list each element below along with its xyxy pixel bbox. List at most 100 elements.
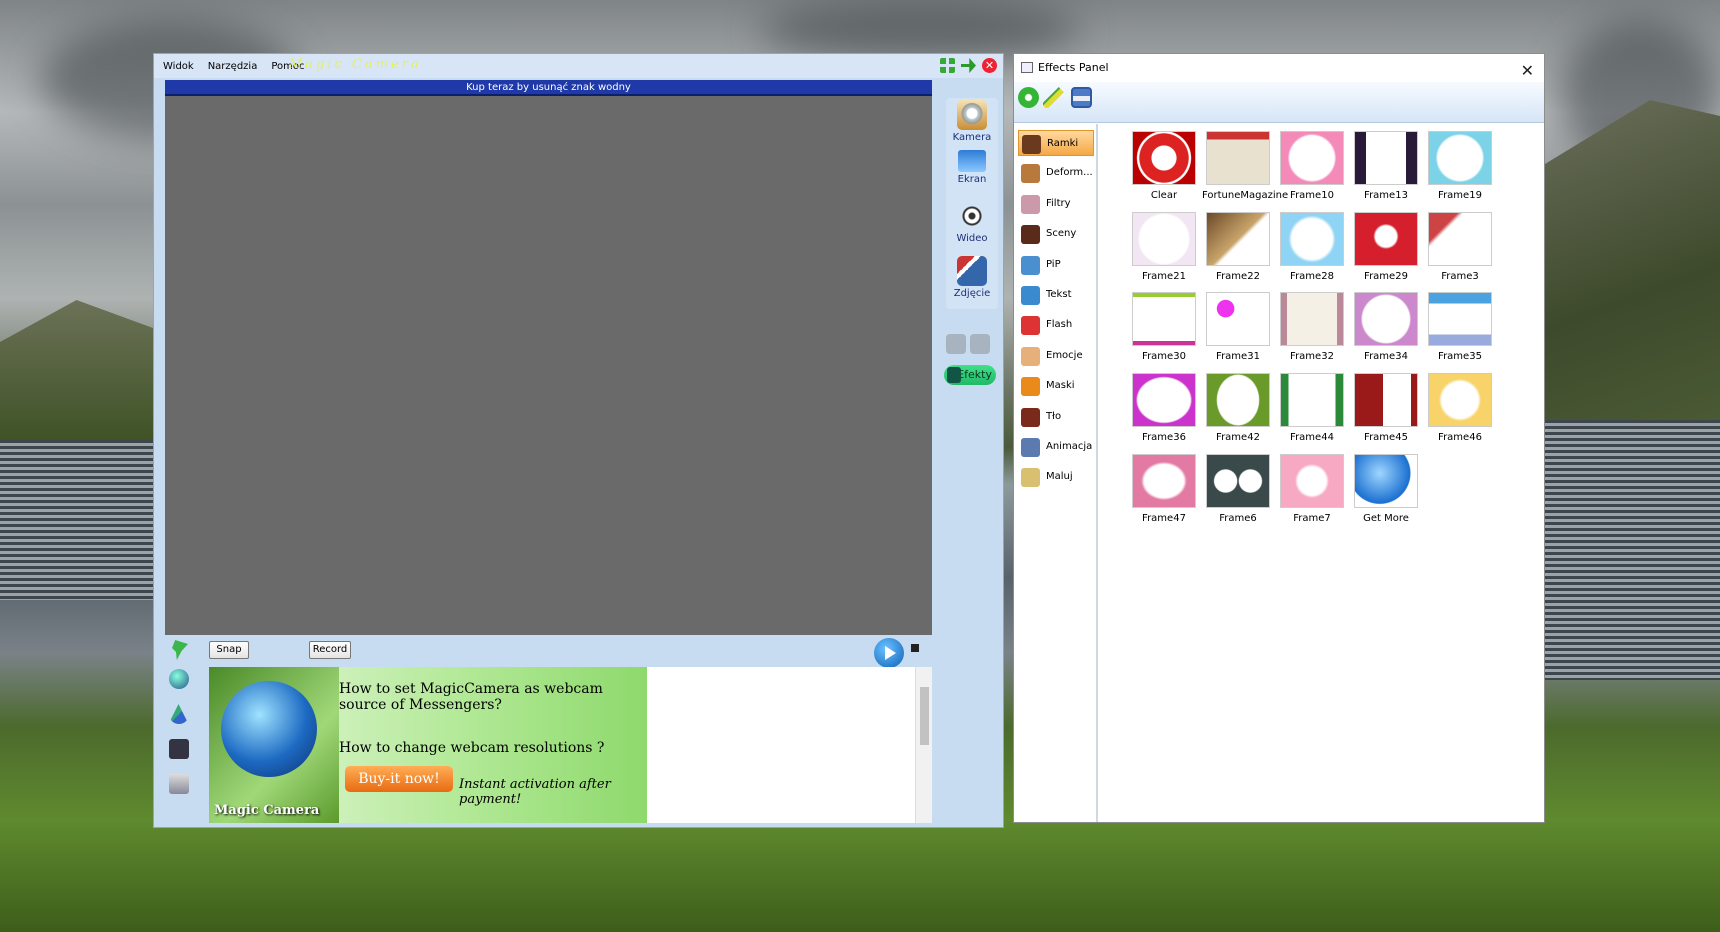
settings-icon[interactable] (970, 334, 990, 354)
frame-label: Frame21 (1142, 270, 1186, 282)
play-icon[interactable] (874, 638, 904, 668)
frame-thumbnail[interactable]: Frame42 (1202, 373, 1274, 443)
edit-pencil-icon[interactable] (1043, 87, 1064, 108)
photo-icon (957, 256, 987, 286)
frame-thumbnail[interactable]: Frame30 (1128, 292, 1200, 362)
frame-label: Frame7 (1293, 512, 1331, 524)
frame-thumbnail[interactable]: Frame47 (1128, 453, 1200, 524)
category-item[interactable]: Maluj (1018, 464, 1094, 490)
scrollbar[interactable] (915, 667, 932, 823)
frame-thumbnail[interactable]: Frame13 (1350, 131, 1422, 201)
stop-icon[interactable] (911, 644, 919, 652)
ad-area (647, 667, 915, 823)
category-item[interactable]: Sceny (1018, 221, 1094, 247)
frame-preview-image (1206, 292, 1270, 347)
frame-thumbnail[interactable]: Frame22 (1202, 211, 1274, 282)
frame-thumbnail[interactable]: Frame28 (1276, 211, 1348, 282)
frame-thumbnail[interactable]: Get More (1350, 453, 1422, 524)
frame-preview-image (1428, 211, 1492, 266)
menu-bar: Widok Narzędzia Pomoc Magic Camera (154, 54, 1003, 78)
frame-thumbnail[interactable]: Clear (1128, 131, 1200, 201)
category-item[interactable]: Tło (1018, 404, 1094, 430)
faq-link[interactable]: How to set MagicCamera as webcam source … (339, 681, 639, 713)
help-icon[interactable] (168, 669, 189, 689)
frame-thumbnail[interactable]: Frame29 (1350, 211, 1422, 282)
frame-preview-image (1280, 373, 1344, 428)
category-item[interactable]: PiP (1018, 252, 1094, 278)
scrollbar-thumb[interactable] (920, 687, 929, 745)
category-icon (1021, 255, 1040, 275)
category-item[interactable]: Filtry (1018, 191, 1094, 217)
sidebar-item-kamera[interactable]: Kamera (946, 100, 998, 143)
menu-narzedzia[interactable]: Narzędzia (208, 61, 258, 72)
category-item[interactable]: Tekst (1018, 282, 1094, 308)
frame-thumbnail[interactable]: Frame46 (1424, 373, 1496, 443)
category-item[interactable]: Ramki (1018, 130, 1094, 156)
layout-icon[interactable] (940, 58, 955, 73)
record-button[interactable]: Record (309, 641, 351, 659)
frame-label: Frame19 (1438, 190, 1482, 201)
frame-thumbnail[interactable]: Frame36 (1128, 373, 1200, 443)
category-icon (1021, 286, 1040, 305)
frame-thumbnail[interactable]: Frame10 (1276, 131, 1348, 201)
save-icon[interactable] (1071, 87, 1092, 108)
frame-thumbnail[interactable]: Frame21 (1128, 211, 1200, 282)
tutorial-icon[interactable] (168, 704, 189, 724)
category-icon (1021, 194, 1040, 214)
film-icon[interactable] (168, 739, 189, 759)
frame-preview-image (1428, 131, 1492, 185)
frame-preview-image (1428, 292, 1492, 347)
video-preview (165, 96, 932, 635)
sidebar-item-ekran[interactable]: Ekran (946, 146, 998, 185)
frame-thumbnail[interactable]: Frame3 (1424, 211, 1496, 282)
sidebar-item-wideo[interactable]: Wideo (946, 201, 998, 244)
frame-thumbnail[interactable]: Frame7 (1276, 453, 1348, 524)
sky-cloud (1560, 20, 1720, 170)
category-item[interactable]: Emocje (1018, 343, 1094, 369)
frame-thumbnail[interactable]: FortuneMagazine (1202, 131, 1288, 201)
frame-preview-image (1132, 211, 1196, 266)
mini-toolbar (946, 334, 990, 354)
frame-preview-image (1206, 453, 1270, 508)
menu-widok[interactable]: Widok (163, 61, 194, 72)
info-icon[interactable] (946, 334, 966, 354)
frame-thumbnail[interactable]: Frame32 (1276, 292, 1348, 362)
frame-thumbnail[interactable]: Frame34 (1350, 292, 1422, 362)
close-icon[interactable]: ✕ (982, 58, 997, 73)
category-icon (1021, 316, 1040, 336)
add-icon[interactable] (1018, 87, 1039, 108)
document-icon[interactable] (168, 774, 189, 794)
close-icon[interactable]: ✕ (1521, 57, 1534, 85)
watermark-banner[interactable]: Kup teraz by usunąć znak wodny (165, 80, 932, 96)
frame-thumbnail[interactable]: Frame44 (1276, 373, 1348, 443)
pin-icon[interactable] (172, 640, 188, 660)
buy-now-button[interactable]: Buy-it now! (345, 766, 453, 792)
globe-icon (221, 681, 317, 777)
sky-cloud (760, 0, 1080, 60)
sidebar-item-label: Wideo (956, 233, 988, 244)
frame-preview-image (1280, 131, 1344, 185)
effects-toolbar (1014, 82, 1544, 123)
minimize-arrow-icon[interactable] (961, 58, 976, 73)
category-item[interactable]: Maski (1018, 373, 1094, 399)
snap-button[interactable]: Snap (209, 641, 249, 659)
frame-thumbnail[interactable]: Frame35 (1424, 292, 1496, 362)
category-label: Sceny (1046, 228, 1077, 240)
category-icon (1021, 346, 1040, 366)
efekty-label: Efekty (957, 368, 992, 381)
frame-thumbnail[interactable]: Frame19 (1424, 131, 1496, 201)
category-item[interactable]: Deform... (1018, 160, 1094, 186)
category-item[interactable]: Animacja (1018, 434, 1094, 460)
efekty-button[interactable]: Efekty (944, 365, 996, 385)
faq-link[interactable]: How to change webcam resolutions ? (339, 740, 604, 756)
ad-banner[interactable]: Magic Camera How to set MagicCamera as w… (209, 667, 647, 823)
sidebar-item-zdjecie[interactable]: Zdjęcie (946, 256, 998, 299)
frame-thumbnail[interactable]: Frame6 (1202, 453, 1274, 524)
frame-label: Frame3 (1441, 270, 1479, 282)
category-item[interactable]: Flash (1018, 312, 1094, 338)
frame-preview-image (1132, 131, 1196, 185)
frame-preview-image (1206, 373, 1270, 428)
frame-thumbnail[interactable]: Frame45 (1350, 373, 1422, 443)
frame-thumbnail[interactable]: Frame31 (1202, 292, 1274, 362)
category-icon (1021, 377, 1040, 397)
